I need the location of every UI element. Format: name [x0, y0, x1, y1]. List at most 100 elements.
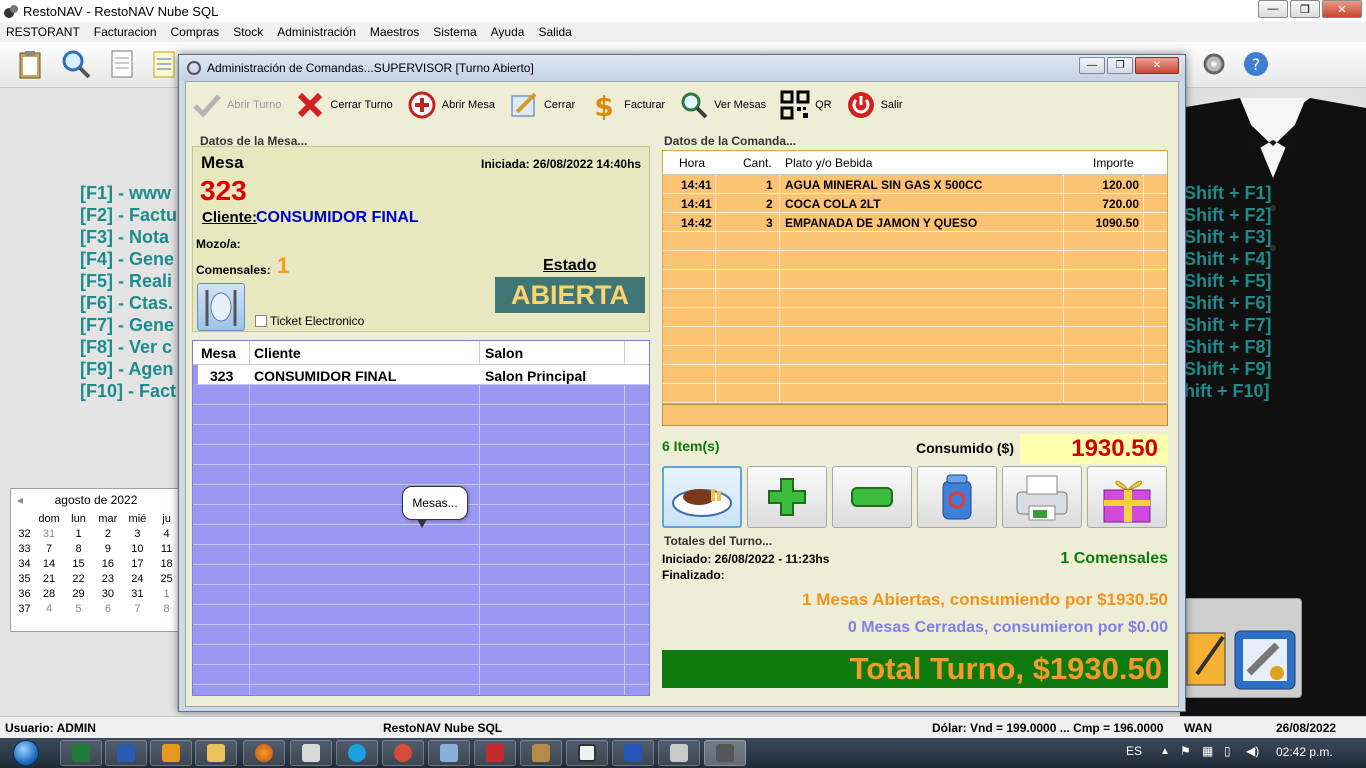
- calendar-day[interactable]: 3: [123, 526, 152, 541]
- document-icon[interactable]: [106, 48, 138, 80]
- tray-volume-icon[interactable]: ◀): [1246, 744, 1259, 758]
- ver-mesas-button[interactable]: Ver Mesas: [679, 90, 766, 120]
- comanda-col-plato[interactable]: Plato y/o Bebida: [785, 156, 872, 170]
- calendar-day[interactable]: 22: [64, 571, 93, 586]
- taskbar-restonav[interactable]: [382, 740, 424, 766]
- tray-power-icon[interactable]: ▯: [1224, 744, 1231, 758]
- gear-icon[interactable]: [1198, 48, 1230, 80]
- salir-button[interactable]: Salir: [846, 90, 903, 120]
- calendar-day[interactable]: 2: [93, 526, 123, 541]
- comanda-col-hora[interactable]: Hora: [679, 156, 705, 170]
- menu-salida[interactable]: Salida: [538, 25, 571, 39]
- dialog-minimize-button[interactable]: —: [1079, 57, 1105, 74]
- help-icon[interactable]: ?: [1240, 48, 1272, 80]
- taskbar-winamp[interactable]: [290, 740, 332, 766]
- menu-compras[interactable]: Compras: [171, 25, 220, 39]
- menu-ayuda[interactable]: Ayuda: [491, 25, 525, 39]
- gift-button[interactable]: [1087, 466, 1167, 528]
- add-item-button[interactable]: [747, 466, 827, 528]
- calendar-day[interactable]: 25: [152, 571, 181, 586]
- table-row[interactable]: 14:42 3 EMPANADA DE JAMON Y QUESO 1090.5…: [663, 213, 1167, 232]
- calendar-day[interactable]: 15: [64, 556, 93, 571]
- start-button[interactable]: [6, 739, 46, 767]
- calendar-day[interactable]: 31: [34, 526, 64, 541]
- taskbar-excel[interactable]: [60, 740, 102, 766]
- taskbar-app2[interactable]: [612, 740, 654, 766]
- comanda-col-cant[interactable]: Cant.: [743, 156, 772, 170]
- calendar-day[interactable]: 18: [152, 556, 181, 571]
- calendar-day[interactable]: 30: [93, 586, 123, 601]
- notepad-icon[interactable]: [148, 48, 180, 80]
- calendar-day[interactable]: 1: [64, 526, 93, 541]
- cerrar-button[interactable]: Cerrar: [509, 90, 575, 120]
- calendar-day[interactable]: 17: [123, 556, 152, 571]
- tray-expand-icon[interactable]: ▲: [1160, 746, 1170, 757]
- calendar-day[interactable]: 7: [123, 601, 152, 616]
- mesas-col-cliente[interactable]: Cliente: [254, 345, 301, 361]
- calendar-day[interactable]: 29: [64, 586, 93, 601]
- dialog-maximize-button[interactable]: ❐: [1107, 57, 1133, 74]
- calendar-day[interactable]: 5: [64, 601, 93, 616]
- menu-facturacion[interactable]: Facturacion: [94, 25, 157, 39]
- calendar-day[interactable]: 8: [64, 541, 93, 556]
- calendar-day[interactable]: 7: [34, 541, 64, 556]
- cliente-value[interactable]: CONSUMIDOR FINAL: [256, 209, 419, 227]
- comanda-col-importe[interactable]: Importe: [1093, 156, 1134, 170]
- calendar-prev-icon[interactable]: ◂: [17, 493, 23, 507]
- notepad-edit-icon[interactable]: [1185, 629, 1229, 689]
- calendar-day[interactable]: 11: [152, 541, 181, 556]
- tray-clock[interactable]: 02:42 p.m.: [1276, 745, 1333, 759]
- calendar-day[interactable]: 8: [152, 601, 181, 616]
- add-food-button[interactable]: [662, 466, 742, 528]
- cerrar-turno-button[interactable]: Cerrar Turno: [295, 90, 393, 120]
- taskbar-media[interactable]: [150, 740, 192, 766]
- magnifier-icon[interactable]: [60, 48, 92, 80]
- taskbar-filezilla[interactable]: [474, 740, 516, 766]
- calendar-day[interactable]: 14: [34, 556, 64, 571]
- menu-administracion[interactable]: Administración: [277, 25, 356, 39]
- table-row[interactable]: 323 CONSUMIDOR FINAL Salon Principal: [193, 365, 649, 385]
- abrir-turno-button[interactable]: Abrir Turno: [192, 90, 281, 120]
- menu-stock[interactable]: Stock: [233, 25, 263, 39]
- clipboard-icon[interactable]: [14, 48, 46, 80]
- calendar-day[interactable]: 9: [93, 541, 123, 556]
- dialog-close-button[interactable]: ✕: [1135, 57, 1179, 74]
- ticket-electronico-checkbox[interactable]: [255, 315, 267, 327]
- taskbar-download[interactable]: [658, 740, 700, 766]
- calendar-day[interactable]: 16: [93, 556, 123, 571]
- calendar-day[interactable]: 31: [123, 586, 152, 601]
- remove-item-button[interactable]: [832, 466, 912, 528]
- recycle-button[interactable]: [917, 466, 997, 528]
- taskbar-firefox[interactable]: [243, 740, 285, 766]
- settings-tools-icon[interactable]: [1233, 629, 1297, 691]
- abrir-mesa-button[interactable]: Abrir Mesa: [407, 90, 495, 120]
- table-row[interactable]: 14:41 1 AGUA MINERAL SIN GAS X 500CC 120…: [663, 175, 1167, 194]
- tray-flag-icon[interactable]: ⚑: [1180, 744, 1191, 758]
- tray-network-icon[interactable]: ▦: [1202, 744, 1213, 758]
- menu-maestros[interactable]: Maestros: [370, 25, 419, 39]
- calendar-day[interactable]: 23: [93, 571, 123, 586]
- taskbar-word[interactable]: [105, 740, 147, 766]
- mesas-col-mesa[interactable]: Mesa: [201, 345, 236, 361]
- taskbar-gimp[interactable]: [520, 740, 562, 766]
- calendar-day[interactable]: 1: [152, 586, 181, 601]
- calendar-day[interactable]: 21: [34, 571, 64, 586]
- app-maximize-button[interactable]: ❐: [1290, 0, 1320, 18]
- menu-sistema[interactable]: Sistema: [433, 25, 476, 39]
- print-button[interactable]: [1002, 466, 1082, 528]
- taskbar-skype[interactable]: [336, 740, 378, 766]
- table-row[interactable]: 14:41 2 COCA COLA 2LT 720.00: [663, 194, 1167, 213]
- facturar-button[interactable]: $ Facturar: [589, 90, 665, 120]
- qr-button[interactable]: QR: [780, 90, 832, 120]
- taskbar-explorer[interactable]: [195, 740, 237, 766]
- mesas-col-salon[interactable]: Salon: [485, 345, 523, 361]
- menu-restorant[interactable]: RESTORANT: [6, 25, 80, 39]
- taskbar-window[interactable]: [566, 740, 608, 766]
- calendar-day[interactable]: 10: [123, 541, 152, 556]
- taskbar-app[interactable]: [428, 740, 470, 766]
- calendar-day[interactable]: 4: [34, 601, 64, 616]
- calendar-day[interactable]: 6: [93, 601, 123, 616]
- app-close-button[interactable]: ✕: [1322, 0, 1362, 18]
- calendar-day[interactable]: 24: [123, 571, 152, 586]
- app-minimize-button[interactable]: —: [1258, 0, 1288, 18]
